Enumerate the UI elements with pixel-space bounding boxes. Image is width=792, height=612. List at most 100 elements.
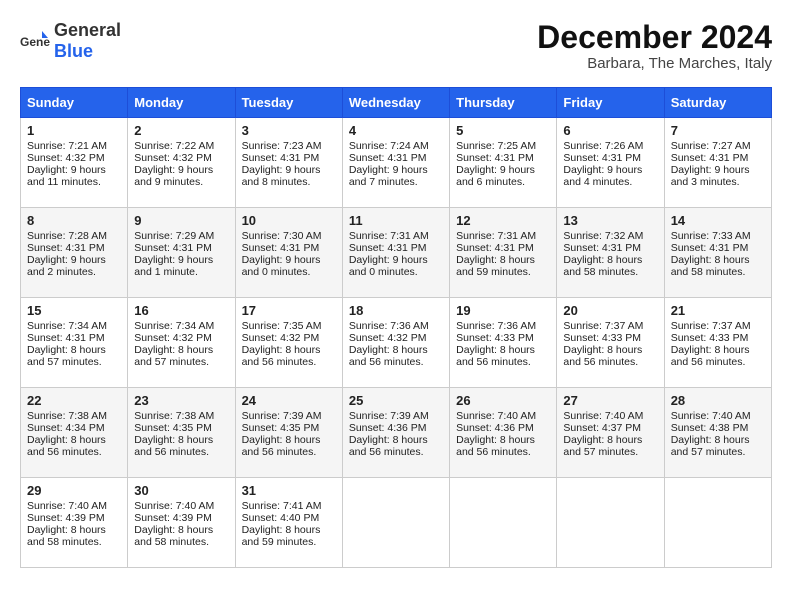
calendar-cell: 26Sunrise: 7:40 AMSunset: 4:36 PMDayligh… [450, 388, 557, 478]
day-number: 7 [671, 123, 765, 138]
daylight-text: Daylight: 9 hours and 6 minutes. [456, 164, 535, 188]
calendar-week-row: 1Sunrise: 7:21 AMSunset: 4:32 PMDaylight… [21, 118, 772, 208]
daylight-text: Daylight: 8 hours and 57 minutes. [134, 344, 213, 368]
calendar-cell: 1Sunrise: 7:21 AMSunset: 4:32 PMDaylight… [21, 118, 128, 208]
sunrise-text: Sunrise: 7:40 AM [671, 410, 751, 422]
sunrise-text: Sunrise: 7:36 AM [349, 320, 429, 332]
day-number: 6 [563, 123, 657, 138]
sunrise-text: Sunrise: 7:40 AM [27, 500, 107, 512]
sunrise-text: Sunrise: 7:34 AM [134, 320, 214, 332]
day-number: 19 [456, 303, 550, 318]
calendar-cell: 23Sunrise: 7:38 AMSunset: 4:35 PMDayligh… [128, 388, 235, 478]
daylight-text: Daylight: 9 hours and 9 minutes. [134, 164, 213, 188]
sunset-text: Sunset: 4:37 PM [563, 422, 641, 434]
calendar-cell: 3Sunrise: 7:23 AMSunset: 4:31 PMDaylight… [235, 118, 342, 208]
day-number: 29 [27, 483, 121, 498]
calendar-cell: 17Sunrise: 7:35 AMSunset: 4:32 PMDayligh… [235, 298, 342, 388]
day-number: 13 [563, 213, 657, 228]
logo-general-text: General [54, 20, 121, 40]
sunrise-text: Sunrise: 7:40 AM [134, 500, 214, 512]
column-header-monday: Monday [128, 88, 235, 118]
calendar-table: SundayMondayTuesdayWednesdayThursdayFrid… [20, 87, 772, 568]
calendar-cell: 30Sunrise: 7:40 AMSunset: 4:39 PMDayligh… [128, 478, 235, 568]
sunrise-text: Sunrise: 7:25 AM [456, 140, 536, 152]
daylight-text: Daylight: 9 hours and 7 minutes. [349, 164, 428, 188]
sunrise-text: Sunrise: 7:34 AM [27, 320, 107, 332]
calendar-cell: 2 Sunrise: 7:22 AMSunset: 4:32 PMDaylight… [128, 118, 235, 208]
calendar-cell: 28Sunrise: 7:40 AMSunset: 4:38 PMDayligh… [664, 388, 771, 478]
day-number: 31 [242, 483, 336, 498]
calendar-cell: 22Sunrise: 7:38 AMSunset: 4:34 PMDayligh… [21, 388, 128, 478]
day-number: 23 [134, 393, 228, 408]
calendar-cell: 7Sunrise: 7:27 AMSunset: 4:31 PMDaylight… [664, 118, 771, 208]
sunset-text: Sunset: 4:36 PM [456, 422, 534, 434]
calendar-header-row: SundayMondayTuesdayWednesdayThursdayFrid… [21, 88, 772, 118]
location-text: Barbara, The Marches, Italy [537, 55, 772, 72]
day-number: 28 [671, 393, 765, 408]
calendar-cell: 20Sunrise: 7:37 AMSunset: 4:33 PMDayligh… [557, 298, 664, 388]
day-number: 5 [456, 123, 550, 138]
daylight-text: Daylight: 8 hours and 59 minutes. [242, 524, 321, 548]
day-number: 20 [563, 303, 657, 318]
day-number: 18 [349, 303, 443, 318]
sunrise-text: Sunrise: 7:21 AM [27, 140, 107, 152]
daylight-text: Daylight: 8 hours and 56 minutes. [242, 434, 321, 458]
sunset-text: Sunset: 4:35 PM [242, 422, 320, 434]
calendar-cell: 13Sunrise: 7:32 AMSunset: 4:31 PMDayligh… [557, 208, 664, 298]
calendar-cell: 12Sunrise: 7:31 AMSunset: 4:31 PMDayligh… [450, 208, 557, 298]
sunset-text: Sunset: 4:31 PM [349, 242, 427, 254]
sunrise-text: Sunrise: 7:23 AM [242, 140, 322, 152]
sunrise-text: Sunrise: 7:31 AM [456, 230, 536, 242]
calendar-cell: 19Sunrise: 7:36 AMSunset: 4:33 PMDayligh… [450, 298, 557, 388]
sunrise-text: Sunrise: 7:35 AM [242, 320, 322, 332]
daylight-text: Daylight: 8 hours and 56 minutes. [563, 344, 642, 368]
daylight-text: Daylight: 9 hours and 1 minute. [134, 254, 213, 278]
column-header-tuesday: Tuesday [235, 88, 342, 118]
calendar-cell: 8Sunrise: 7:28 AMSunset: 4:31 PMDaylight… [21, 208, 128, 298]
sunset-text: Sunset: 4:33 PM [563, 332, 641, 344]
daylight-text: Daylight: 8 hours and 56 minutes. [456, 344, 535, 368]
sunrise-text: Sunrise: 7:41 AM [242, 500, 322, 512]
sunset-text: Sunset: 4:32 PM [134, 152, 212, 164]
daylight-text: Daylight: 8 hours and 56 minutes. [349, 434, 428, 458]
day-number: 2 [134, 123, 228, 138]
day-number: 27 [563, 393, 657, 408]
sunset-text: Sunset: 4:33 PM [671, 332, 749, 344]
sunrise-text: Sunrise: 7:39 AM [349, 410, 429, 422]
daylight-text: Daylight: 8 hours and 57 minutes. [671, 434, 750, 458]
day-number: 21 [671, 303, 765, 318]
sunset-text: Sunset: 4:32 PM [242, 332, 320, 344]
calendar-cell: 9Sunrise: 7:29 AMSunset: 4:31 PMDaylight… [128, 208, 235, 298]
logo: General General Blue [20, 20, 121, 62]
daylight-text: Daylight: 8 hours and 56 minutes. [27, 434, 106, 458]
daylight-text: Daylight: 8 hours and 58 minutes. [671, 254, 750, 278]
calendar-week-row: 15Sunrise: 7:34 AMSunset: 4:31 PMDayligh… [21, 298, 772, 388]
sunset-text: Sunset: 4:40 PM [242, 512, 320, 524]
daylight-text: Daylight: 8 hours and 57 minutes. [563, 434, 642, 458]
column-header-saturday: Saturday [664, 88, 771, 118]
sunrise-text: Sunrise: 7:27 AM [671, 140, 751, 152]
sunset-text: Sunset: 4:31 PM [349, 152, 427, 164]
calendar-cell: 25Sunrise: 7:39 AMSunset: 4:36 PMDayligh… [342, 388, 449, 478]
day-number: 4 [349, 123, 443, 138]
daylight-text: Daylight: 9 hours and 8 minutes. [242, 164, 321, 188]
calendar-cell [450, 478, 557, 568]
daylight-text: Daylight: 9 hours and 0 minutes. [242, 254, 321, 278]
calendar-cell: 15Sunrise: 7:34 AMSunset: 4:31 PMDayligh… [21, 298, 128, 388]
sunrise-text: Sunrise: 7:22 AM [134, 140, 214, 152]
calendar-cell: 14Sunrise: 7:33 AMSunset: 4:31 PMDayligh… [664, 208, 771, 298]
sunset-text: Sunset: 4:33 PM [456, 332, 534, 344]
calendar-cell: 31 Sunrise: 7:41 AMSunset: 4:40 PMDayligh… [235, 478, 342, 568]
logo-blue-text: Blue [54, 41, 93, 61]
sunrise-text: Sunrise: 7:39 AM [242, 410, 322, 422]
sunset-text: Sunset: 4:31 PM [456, 152, 534, 164]
page-header: General General Blue December 2024 Barba… [20, 20, 772, 72]
daylight-text: Daylight: 8 hours and 56 minutes. [456, 434, 535, 458]
daylight-text: Daylight: 9 hours and 4 minutes. [563, 164, 642, 188]
sunset-text: Sunset: 4:39 PM [27, 512, 105, 524]
column-header-sunday: Sunday [21, 88, 128, 118]
calendar-cell: 5 Sunrise: 7:25 AMSunset: 4:31 PMDaylight… [450, 118, 557, 208]
calendar-cell: 29Sunrise: 7:40 AMSunset: 4:39 PMDayligh… [21, 478, 128, 568]
day-number: 22 [27, 393, 121, 408]
day-number: 17 [242, 303, 336, 318]
